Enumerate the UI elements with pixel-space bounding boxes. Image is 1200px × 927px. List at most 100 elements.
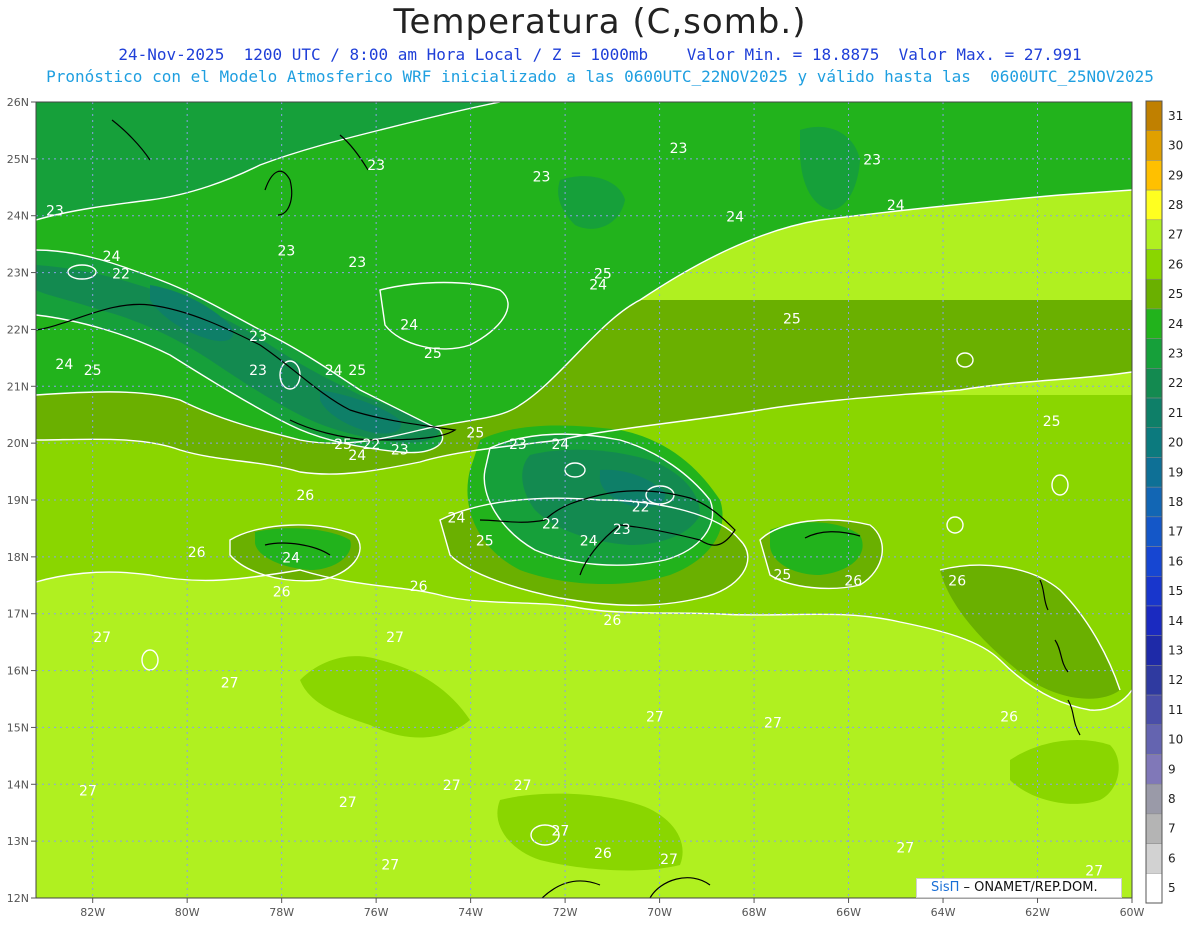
contour-label: 22 [632,499,650,515]
lon-tick-label: 76W [364,906,389,919]
colorbar-swatch [1145,694,1163,726]
contour-label: 24 [448,511,466,527]
colorbar-label: 12 [1168,673,1183,687]
lon-tick-label: 72W [553,906,578,919]
contour-label: 24 [282,551,300,567]
lon-tick-label: 82W [80,906,105,919]
contour-label: 24 [325,363,343,379]
contour-label: 25 [348,363,366,379]
contour-label: 23 [46,204,64,220]
colorbar-swatch [1145,308,1163,339]
colorbar-swatch [1145,576,1163,607]
contour-label: 25 [1043,414,1061,430]
credit-box: SisΠ – ONAMET/REP.DOM. [916,878,1122,898]
colorbar-label: 19 [1168,465,1183,479]
colorbar-label: 21 [1168,406,1183,420]
lat-tick-label: 19N [7,494,29,507]
lon-tick-label: 62W [1025,906,1050,919]
contour-label: 26 [603,613,621,629]
contour-label: 23 [367,158,385,174]
colorbar-label: 5 [1168,881,1176,895]
contour-label: 27 [896,841,914,857]
lat-tick-label: 13N [7,835,29,848]
colorbar-swatch [1145,338,1163,369]
contour-label: 26 [1000,710,1018,726]
colorbar-label: 10 [1168,733,1183,747]
colorbar-swatch [1145,486,1163,518]
colorbar-swatch [1145,813,1163,844]
lat-tick-label: 25N [7,153,29,166]
colorbar-label: 17 [1168,525,1183,539]
colorbar-label: 14 [1168,614,1183,628]
colorbar-label: 6 [1168,851,1176,865]
lat-tick-label: 22N [7,323,29,336]
contour-label: 23 [249,363,267,379]
lon-tick-label: 78W [269,906,294,919]
colorbar-label: 9 [1168,762,1176,776]
lat-tick-label: 14N [7,778,29,791]
contour-label: 27 [646,710,664,726]
colorbar-label: 15 [1168,584,1183,598]
colorbar-label: 18 [1168,495,1183,509]
forecast-map: 2324222323232324232324252425242324 25 23 24… [7,96,1184,919]
contour-label: 24 [589,278,607,294]
contour-label: 27 [551,823,569,839]
lat-tick-label: 23N [7,267,29,280]
colorbar-swatch [1145,249,1163,280]
contour-label: 27 [221,676,239,692]
contour-label: 26 [594,846,612,862]
lat-tick-label: 12N [7,892,29,905]
lon-tick-label: 70W [647,906,672,919]
colorbar-label: 24 [1168,317,1183,331]
contour-label: 26 [273,585,291,601]
colorbar-swatch [1145,100,1163,131]
lon-tick-label: 68W [742,906,767,919]
contour-label: 24 [551,437,569,453]
colorbar-swatch [1145,843,1163,874]
colorbar-label: 31 [1168,109,1183,123]
contour-label: 25 [84,363,102,379]
colorbar-swatch [1145,783,1163,815]
contour-label: 24 [887,198,905,214]
credit-text: – ONAMET/REP.DOM. [959,880,1098,895]
colorbar-label: 25 [1168,287,1183,301]
colorbar-swatch [1145,427,1163,458]
contour-label: 27 [1085,863,1103,879]
contour-label: 25 [466,425,484,441]
contour-label: 23 [249,329,267,345]
lon-tick-label: 74W [458,906,483,919]
colorbar-label: 30 [1168,139,1183,153]
colorbar-swatch [1145,160,1163,191]
colorbar-swatch [1145,130,1163,161]
lat-tick-label: 20N [7,437,29,450]
lat-tick-label: 21N [7,380,29,393]
contour-label: 26 [410,579,428,595]
colorbar-swatch [1145,605,1163,636]
contour-label: 22 [112,266,130,282]
contour-label: 23 [509,437,527,453]
colorbar-label: 8 [1168,792,1176,806]
colorbar-swatch [1145,635,1163,666]
colorbar-label: 13 [1168,644,1183,658]
colorbar-label: 29 [1168,168,1183,182]
colorbar-swatch [1145,219,1163,250]
colorbar-label: 27 [1168,228,1183,242]
contour-label: 26 [188,545,206,561]
colorbar-label: 26 [1168,257,1183,271]
colorbar-swatch [1145,397,1163,428]
colorbar-label: 23 [1168,346,1183,360]
temperature-field: 2324222323232324232324252425242324 25 23 24… [36,102,1132,898]
contour-label: 24 [400,317,418,333]
contour-label: 27 [386,630,404,646]
contour-label: 24 [103,249,121,265]
contour-label: 27 [339,795,357,811]
colorbar-swatch [1145,368,1163,399]
contour-label: 23 [533,170,551,186]
colorbar-swatch [1145,457,1163,488]
colorbar-swatch [1145,754,1163,785]
contour-label: 24 [55,357,73,373]
colorbar-label: 28 [1168,198,1183,212]
contour-label: 26 [296,488,314,504]
contour-label: 23 [277,244,295,260]
colorbar: 31 30 29 28 27 26 25 24 23 22 21 20 19 18 17 16 15 14 13 12… [1145,100,1183,904]
